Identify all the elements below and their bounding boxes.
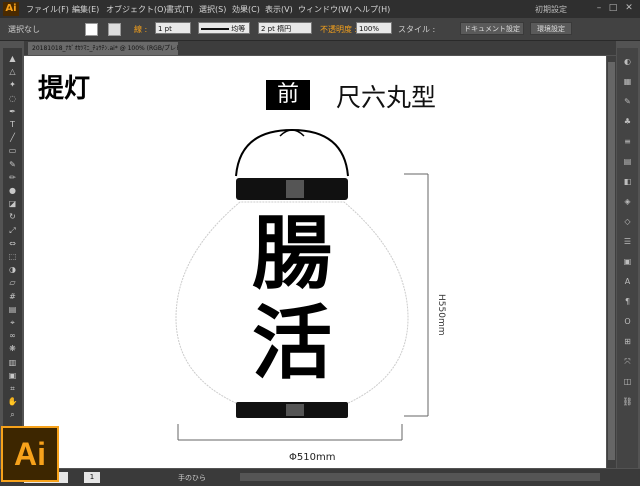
hand-icon[interactable]: ✋ (6, 395, 19, 408)
transparency-panel-icon[interactable]: ◧ (620, 176, 635, 188)
line-icon[interactable]: ╱ (6, 131, 19, 144)
lantern-top-band-highlight (286, 180, 304, 198)
width-dimension-label: Φ510mm (289, 452, 336, 463)
symbols-panel-icon[interactable]: ♣ (620, 116, 635, 128)
stroke-profile-select[interactable]: 均等 (198, 22, 250, 34)
slice-icon[interactable]: ⌗ (6, 382, 19, 395)
brushes-panel-icon[interactable]: ✎ (620, 96, 635, 108)
brush-select[interactable]: 2 pt 楕円 (258, 22, 312, 34)
color-panel-icon[interactable]: ◐ (620, 56, 635, 68)
document-tab[interactable]: 20181018_ﾅｶﾞｵｶﾂﾏﾆ_ﾁｮｳﾁﾝ.ai* @ 100% (RGB/… (28, 42, 178, 55)
stroke-label[interactable]: 線 : (134, 24, 147, 35)
gradient-panel-icon[interactable]: ▤ (620, 156, 635, 168)
column-graph-icon[interactable]: ▥ (6, 356, 19, 369)
gradient-icon[interactable]: ▤ (6, 303, 19, 316)
artboard-number-field[interactable]: 1 (84, 472, 100, 483)
ai-app-badge: Ai (1, 426, 59, 482)
type-icon[interactable]: T (6, 118, 19, 131)
menu-select[interactable]: 選択(S) (199, 4, 226, 15)
blob-brush-icon[interactable]: ● (6, 184, 19, 197)
vertical-scrollbar[interactable] (607, 56, 616, 468)
graphic-styles-panel-icon[interactable]: ◇ (620, 216, 635, 228)
menu-effect[interactable]: 効果(C) (232, 4, 260, 15)
eraser-icon[interactable]: ◪ (6, 197, 19, 210)
artboards-panel-icon[interactable]: ▣ (620, 256, 635, 268)
eyedropper-icon[interactable]: ⌖ (6, 316, 19, 329)
stroke-profile-label: 均等 (231, 25, 246, 33)
lantern-illustration: 腸 活 (175, 128, 429, 441)
menu-help[interactable]: ヘルプ(H) (354, 4, 390, 15)
menu-window[interactable]: ウィンドウ(W) (298, 4, 352, 15)
selection-icon[interactable]: ▲ (6, 52, 19, 65)
paragraph-panel-icon[interactable]: ¶ (620, 296, 635, 308)
opacity-field[interactable]: 100% (356, 22, 392, 34)
control-bar: 選択なし 線 : 1 pt 均等 2 pt 楕円 不透明度 : 100% スタイ… (0, 18, 640, 41)
scale-icon[interactable]: ⤢ (6, 224, 19, 237)
preferences-button[interactable]: 環境設定 (530, 22, 572, 35)
pencil-icon[interactable]: ✏ (6, 171, 19, 184)
opentype-panel-icon[interactable]: O (620, 316, 635, 328)
stroke-weight-field[interactable]: 1 pt (155, 22, 191, 34)
direct-selection-icon[interactable]: △ (6, 65, 19, 78)
free-transform-icon[interactable]: ⬚ (6, 250, 19, 263)
menu-file[interactable]: ファイル(F) (26, 4, 69, 15)
blend-icon[interactable]: ∞ (6, 329, 19, 342)
artboard-icon[interactable]: ▣ (6, 369, 19, 382)
zoom-icon[interactable]: ⌕ (6, 408, 19, 421)
stroke-profile-line (201, 28, 229, 30)
document-tab-bar: 20181018_ﾅｶﾞｵｶﾂﾏﾆ_ﾁｮｳﾁﾝ.ai* @ 100% (RGB/… (24, 41, 616, 55)
mesh-icon[interactable]: # (6, 290, 19, 303)
rectangle-icon[interactable]: ▭ (6, 144, 19, 157)
paintbrush-icon[interactable]: ✎ (6, 158, 19, 171)
lantern-char-2: 活 (252, 296, 332, 390)
status-bar: 100% 1 手のひら (0, 469, 640, 486)
document-setup-button[interactable]: ドキュメント設定 (460, 22, 524, 35)
opacity-label[interactable]: 不透明度 : (320, 24, 357, 35)
menu-bar: Ai ファイル(F) 編集(E) オブジェクト(O) 書式(T) 選択(S) 効… (0, 0, 640, 18)
app-logo: Ai (3, 2, 19, 16)
symbol-sprayer-icon[interactable]: ❋ (6, 342, 19, 355)
selection-status: 選択なし (8, 25, 40, 34)
stroke-swatch[interactable] (108, 23, 121, 36)
width-icon[interactable]: ⇔ (6, 237, 19, 250)
menu-object[interactable]: オブジェクト(O) (106, 4, 167, 15)
artboard[interactable]: 提灯 前 尺六丸型 腸 活 H550mm Φ510mm (24, 56, 606, 468)
minimize-icon[interactable]: – (594, 2, 604, 14)
swatches-panel-icon[interactable]: ▦ (620, 76, 635, 88)
pen-icon[interactable]: ✒ (6, 105, 19, 118)
pathfinder-panel-icon[interactable]: ◫ (620, 376, 635, 388)
vertical-scroll-thumb[interactable] (608, 62, 615, 460)
tools-panel: ▲ △ ✦ ◌ ✒ T ╱ ▭ ✎ ✏ ● ◪ ↻ ⤢ ⇔ ⬚ ◑ ▱ # ▤ ⌖ ∞ ❋ ▥ ▣ ⌗ ✋ ⌕ (3, 48, 22, 428)
current-tool-status: 手のひら (178, 474, 206, 482)
transform-panel-icon[interactable]: ⤧ (620, 356, 635, 368)
fill-swatch[interactable] (85, 23, 98, 36)
layers-panel-icon[interactable]: ☰ (620, 236, 635, 248)
lantern-char-1: 腸 (252, 206, 332, 300)
lasso-icon[interactable]: ◌ (6, 92, 19, 105)
menu-type[interactable]: 書式(T) (166, 4, 193, 15)
panel-dock: ◐ ▦ ✎ ♣ ≡ ▤ ◧ ◈ ◇ ☰ ▣ A ¶ O ⊞ ⤧ ◫ ⛓ (617, 48, 638, 468)
appearance-panel-icon[interactable]: ◈ (620, 196, 635, 208)
maximize-icon[interactable]: □ (608, 2, 618, 14)
rotate-icon[interactable]: ↻ (6, 210, 19, 223)
workspace-switcher[interactable]: 初期設定 (535, 4, 567, 15)
horizontal-scrollbar[interactable] (240, 473, 600, 481)
shape-builder-icon[interactable]: ◑ (6, 263, 19, 276)
close-icon[interactable]: ✕ (624, 2, 634, 14)
links-panel-icon[interactable]: ⛓ (620, 396, 635, 408)
height-dimension-label: H550mm (436, 294, 446, 336)
menu-view[interactable]: 表示(V) (265, 4, 293, 15)
lantern-bottom-band-highlight (286, 404, 304, 416)
stroke-panel-icon[interactable]: ≡ (620, 136, 635, 148)
menu-edit[interactable]: 編集(E) (72, 4, 99, 15)
magic-wand-icon[interactable]: ✦ (6, 78, 19, 91)
align-panel-icon[interactable]: ⊞ (620, 336, 635, 348)
lantern-top-cap (235, 128, 349, 177)
character-panel-icon[interactable]: A (620, 276, 635, 288)
style-label: スタイル : (398, 25, 436, 34)
perspective-icon[interactable]: ▱ (6, 276, 19, 289)
